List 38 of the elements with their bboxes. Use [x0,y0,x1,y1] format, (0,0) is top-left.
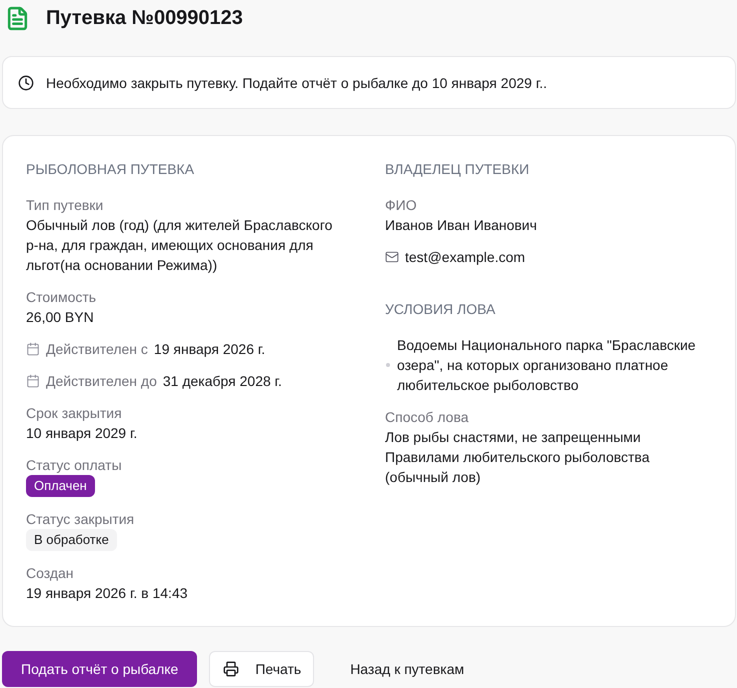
calendar-icon [26,374,40,388]
field-label: Тип путевки [26,196,104,215]
field-label: Способ лова [385,408,470,427]
field-value: 26,00 BYN [26,308,95,327]
back-link[interactable]: Назад к путевкам [326,651,488,687]
notice-text: Необходимо закрыть путевку. Подайте отчёт о рыбалке до 10 января 2029 г.. [46,74,547,92]
email-text: test@example.com [405,248,526,267]
page-title: Путевка №00990123 [46,6,243,31]
printer-icon [223,661,240,677]
field-label: Статус закрытия [26,510,134,529]
document-icon [5,6,30,30]
calendar-icon [26,342,40,356]
bullet-icon [386,363,390,367]
field-value: Обычный лов (год) (для жителей Браславского р-на, для граждан, имеющих основания для льгот(на основании Режима)) [26,216,334,275]
field-value: Лов рыбы снастями, не запрещенными Правилами любительского рыболовства (обычный лов) [385,428,650,487]
field-value: 10 января 2029 г. [26,424,138,443]
field-value: 31 декабря 2028 г. [162,372,282,391]
clock-icon [18,74,34,90]
field-label: ФИО [385,196,418,215]
section-heading: ВЛАДЕЛЕЦ ПУТЕВКИ [385,160,530,179]
field-label: Действителен с [46,340,148,359]
field-label: Статус оплаты [26,456,122,475]
field-label: Действителен до [46,372,157,391]
water-body-text: Водоемы Национального парка "Браславские озера", на которых организовано платное любительское рыболовство [397,336,697,395]
field-label: Создан [26,564,75,583]
field-value: 19 января 2026 г. [154,340,266,359]
status-badge: Оплачен [26,475,95,497]
field-label: Стоимость [26,288,98,307]
mail-icon [385,250,399,264]
status-badge: В обработке [26,529,117,551]
section-heading: РЫБОЛОВНАЯ ПУТЕВКА [26,160,196,179]
print-button[interactable]: Печать [209,651,314,687]
submit-report-button[interactable]: Подать отчёт о рыбалке [2,651,198,687]
section-heading: УСЛОВИЯ ЛОВА [385,300,496,319]
field-value: Иванов Иван Иванович [385,216,538,235]
print-label: Печать [255,660,302,679]
field-label: Срок закрытия [26,404,123,423]
field-value: 19 января 2026 г. в 14:43 [26,584,189,603]
